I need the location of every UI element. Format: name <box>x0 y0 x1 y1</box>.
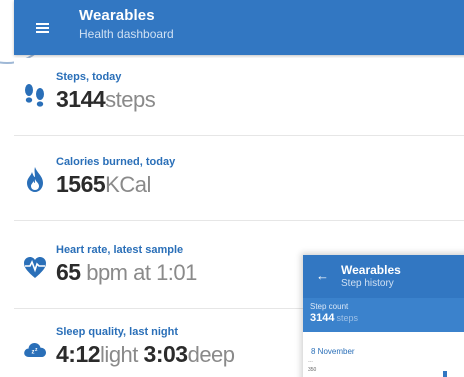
history-date: 8 November <box>311 347 355 356</box>
steps-unit: steps <box>105 87 156 112</box>
app-title: Wearables <box>79 7 155 24</box>
sleep-light-unit: light <box>100 342 144 367</box>
calories-number: 1565 <box>56 171 106 197</box>
step-count-unit: steps <box>336 313 358 323</box>
back-arrow-icon[interactable]: ← <box>316 268 329 283</box>
calories-unit: KCal <box>105 172 151 197</box>
footprints-icon <box>25 84 44 107</box>
heart-rate-number: 65 <box>56 259 81 285</box>
app-bar: Wearables Health dashboard <box>14 0 464 55</box>
step-history-preview[interactable]: ← Wearables Step history Step count 3144… <box>303 255 464 377</box>
sleep-deep-unit: deep <box>187 342 235 367</box>
step-count-number: 3144 <box>310 312 335 324</box>
app-subtitle: Health dashboard <box>79 27 174 41</box>
history-bar <box>443 371 447 377</box>
steps-card[interactable]: Steps, today 3144steps <box>14 58 464 136</box>
steps-value: 3144steps <box>56 86 156 113</box>
flame-icon <box>27 167 43 192</box>
steps-number: 3144 <box>56 86 106 112</box>
axis-tick-label: 350 <box>308 367 317 373</box>
step-count-label: Step count <box>310 302 349 311</box>
sleep-value: 4:12light 3:03deep <box>56 341 235 368</box>
axis-gridline-mark: --- <box>308 359 313 365</box>
steps-label: Steps, today <box>56 71 122 83</box>
calories-label: Calories burned, today <box>56 156 176 168</box>
calories-value: 1565KCal <box>56 171 151 198</box>
hamburger-menu-icon[interactable] <box>36 23 49 33</box>
sleep-label: Sleep quality, last night <box>56 326 179 338</box>
heart-rate-label: Heart rate, latest sample <box>56 244 184 256</box>
sleep-deep-number: 3:03 <box>143 341 189 367</box>
step-history-title: Wearables <box>341 263 401 277</box>
heart-pulse-icon <box>24 257 46 278</box>
sleep-cloud-icon: z z <box>24 343 46 357</box>
heart-rate-value: 65 bpm at 1:01 <box>56 259 197 286</box>
heart-rate-unit: bpm at 1:01 <box>80 260 197 285</box>
sleep-light-number: 4:12 <box>56 341 101 367</box>
step-history-subtitle: Step history <box>341 278 394 289</box>
step-count-header: Step count 3144 steps <box>303 298 464 332</box>
calories-card[interactable]: Calories burned, today 1565KCal <box>14 143 464 221</box>
step-count-value: 3144 steps <box>310 312 358 324</box>
step-history-app-bar: ← Wearables Step history <box>303 255 464 298</box>
screenshot-stage: Wearables Health dashboard Steps, today … <box>0 0 464 377</box>
